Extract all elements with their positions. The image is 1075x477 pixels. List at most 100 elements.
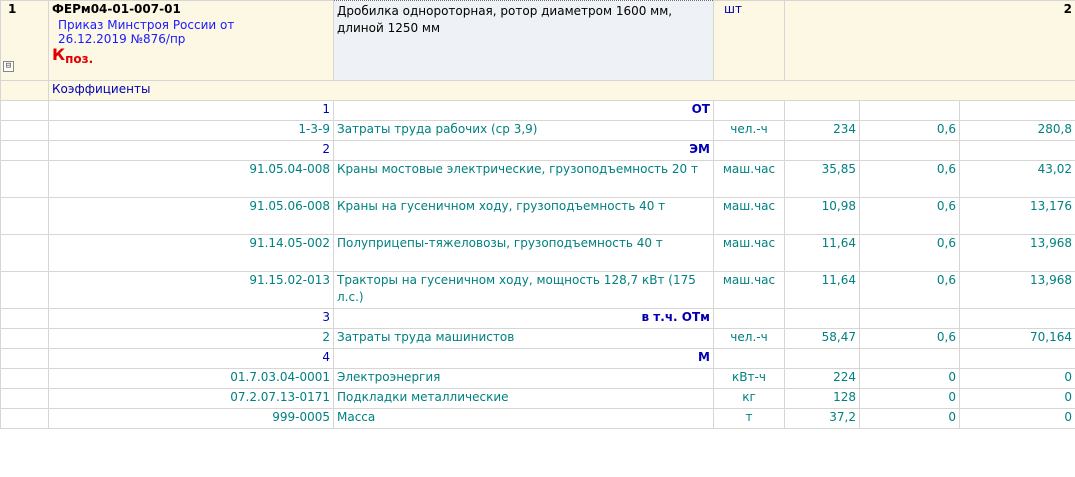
resource-total: 0 xyxy=(959,388,1075,409)
resource-coef: 0,6 xyxy=(859,271,960,309)
resource-unit: т xyxy=(713,408,785,429)
position-code-cell[interactable]: ФЕРм04-01-007-01 Приказ Минстроя России … xyxy=(48,0,334,81)
section-index: 4 xyxy=(48,348,334,369)
section-empty-total xyxy=(959,100,1075,121)
resource-coef: 0,6 xyxy=(859,234,960,272)
section-empty-total xyxy=(959,308,1075,329)
section-empty-value xyxy=(784,348,860,369)
resource-row[interactable]: 1-3-9 Затраты труда рабочих (ср 3,9) чел.-… xyxy=(0,120,1075,141)
resource-total: 13,968 xyxy=(959,271,1075,309)
resource-total: 70,164 xyxy=(959,328,1075,349)
order-line-2: 26.12.2019 №876/пр xyxy=(58,32,186,46)
resource-value: 234 xyxy=(784,120,860,141)
section-empty-value xyxy=(784,100,860,121)
resource-coef: 0,6 xyxy=(859,328,960,349)
resource-value: 10,98 xyxy=(784,197,860,235)
resource-value: 11,64 xyxy=(784,271,860,309)
position-empty-1 xyxy=(784,0,860,81)
row-gutter xyxy=(0,408,49,429)
row-gutter xyxy=(0,234,49,272)
resource-name: Затраты труда машинистов xyxy=(333,328,714,349)
resource-name: Электроэнергия xyxy=(333,368,714,389)
section-empty-value xyxy=(784,140,860,161)
resource-total: 13,176 xyxy=(959,197,1075,235)
estimate-grid: 1 ФЕРм04-01-007-01 Приказ Минстроя Росси… xyxy=(0,0,1075,429)
resource-code: 1-3-9 xyxy=(48,120,334,141)
resource-coef: 0 xyxy=(859,388,960,409)
resource-name: Подкладки металлические xyxy=(333,388,714,409)
position-unit: шт xyxy=(713,0,785,81)
resource-total: 0 xyxy=(959,368,1075,389)
resource-row[interactable]: 91.14.05-002 Полуприцепы-тяжеловозы, груз… xyxy=(0,234,1075,272)
resource-code: 07.2.07.13-0171 xyxy=(48,388,334,409)
row-gutter xyxy=(0,328,49,349)
resource-row[interactable]: 91.05.04-008 Краны мостовые электрические… xyxy=(0,160,1075,198)
section-empty-unit xyxy=(713,308,785,329)
section-empty-total xyxy=(959,140,1075,161)
coefficients-row: Коэффициенты xyxy=(0,80,1075,101)
estimate-sheet: 1 ФЕРм04-01-007-01 Приказ Минстроя Росси… xyxy=(0,0,1075,477)
section-empty-unit xyxy=(713,100,785,121)
resource-code: 01.7.03.04-0001 xyxy=(48,368,334,389)
order-line-1: Приказ Минстроя России от xyxy=(58,18,235,32)
resource-name: Масса xyxy=(333,408,714,429)
resource-coef: 0 xyxy=(859,408,960,429)
section-empty-coef xyxy=(859,140,960,161)
row-gutter xyxy=(0,160,49,198)
resource-row[interactable]: 999-0005 Масса т 37,2 0 0 xyxy=(0,408,1075,429)
resource-row[interactable]: 01.7.03.04-0001 Электроэнергия кВт-ч 224 0 0 xyxy=(0,368,1075,389)
resource-name: Краны на гусеничном ходу, грузоподъемнос… xyxy=(333,197,714,235)
section-empty-unit xyxy=(713,348,785,369)
row-gutter xyxy=(0,197,49,235)
row-gutter xyxy=(0,388,49,409)
resource-name: Тракторы на гусеничном ходу, мощность 12… xyxy=(333,271,714,309)
resource-value: 35,85 xyxy=(784,160,860,198)
row-gutter xyxy=(0,100,49,121)
band-empty xyxy=(0,80,49,101)
resource-row[interactable]: 07.2.07.13-0171 Подкладки металлические кг… xyxy=(0,388,1075,409)
position-description[interactable]: Дробилка однороторная, ротор диаметром 1… xyxy=(333,0,714,81)
position-empty-2 xyxy=(859,0,960,81)
resource-code: 91.05.04-008 xyxy=(48,160,334,198)
resource-value: 128 xyxy=(784,388,860,409)
collapse-toggle-icon[interactable]: ⊟ xyxy=(3,61,14,72)
resource-coef: 0 xyxy=(859,368,960,389)
position-header-row[interactable]: 1 ФЕРм04-01-007-01 Приказ Минстроя Росси… xyxy=(0,0,1075,81)
resource-code: 91.05.06-008 xyxy=(48,197,334,235)
section-index: 1 xyxy=(48,100,334,121)
resource-total: 13,968 xyxy=(959,234,1075,272)
row-gutter xyxy=(0,308,49,329)
position-code: ФЕРм04-01-007-01 xyxy=(52,2,181,16)
row-gutter xyxy=(0,368,49,389)
resource-unit: маш.час xyxy=(713,234,785,272)
row-gutter xyxy=(0,348,49,369)
resource-code: 91.15.02-013 xyxy=(48,271,334,309)
section-label: ЭМ xyxy=(333,140,714,161)
section-label: М xyxy=(333,348,714,369)
resource-name: Затраты труда рабочих (ср 3,9) xyxy=(333,120,714,141)
section-label: ОТ xyxy=(333,100,714,121)
resource-total: 43,02 xyxy=(959,160,1075,198)
resource-row[interactable]: 2 Затраты труда машинистов чел.-ч 58,47 0,6 7… xyxy=(0,328,1075,349)
resource-unit: маш.час xyxy=(713,271,785,309)
resource-row[interactable]: 91.05.06-008 Краны на гусеничном ходу, гр… xyxy=(0,197,1075,235)
resource-value: 11,64 xyxy=(784,234,860,272)
section-index: 2 xyxy=(48,140,334,161)
coefficients-label: Коэффициенты xyxy=(48,80,1075,101)
position-quantity: 2 xyxy=(959,0,1075,81)
resource-value: 37,2 xyxy=(784,408,860,429)
section-empty-coef xyxy=(859,100,960,121)
resource-unit: чел.-ч xyxy=(713,328,785,349)
resource-unit: маш.час xyxy=(713,160,785,198)
section-row[interactable]: 1 ОТ xyxy=(0,100,1075,121)
resource-unit: кВт-ч xyxy=(713,368,785,389)
section-empty-coef xyxy=(859,348,960,369)
section-row[interactable]: 3в т.ч. ОТм xyxy=(0,308,1075,329)
k-poz-indicator: Кпоз. xyxy=(52,46,330,68)
resource-total: 0 xyxy=(959,408,1075,429)
resource-row[interactable]: 91.15.02-013 Тракторы на гусеничном ходу,… xyxy=(0,271,1075,309)
resource-coef: 0,6 xyxy=(859,160,960,198)
section-row[interactable]: 2 ЭМ xyxy=(0,140,1075,161)
resource-coef: 0,6 xyxy=(859,197,960,235)
section-row[interactable]: 4М xyxy=(0,348,1075,369)
